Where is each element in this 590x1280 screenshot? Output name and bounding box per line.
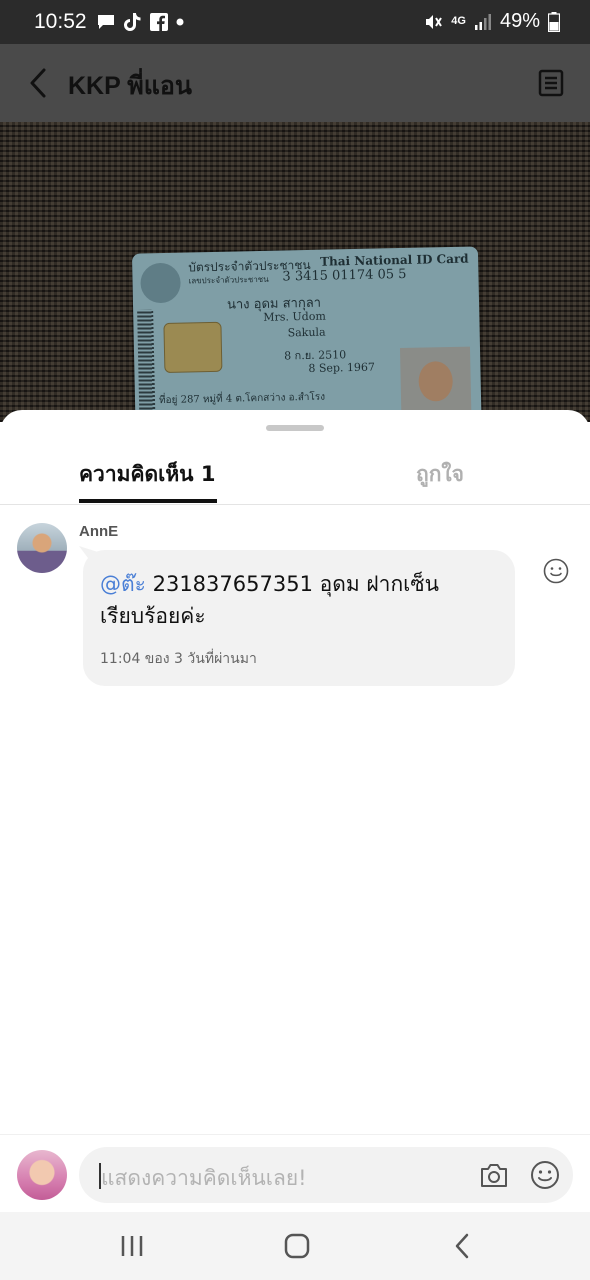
status-bar: 10:52 4G 49% [0, 0, 590, 44]
comment-input-bar: แสดงความคิดเห็นเลย! [0, 1134, 590, 1213]
barcode-strip [137, 309, 157, 422]
card-id-label: เลขประจำตัวประชาชน [188, 274, 269, 286]
comment-body: 231837657351 อุดม ฝากเซ็นเรียบร้อยค่ะ [100, 572, 439, 628]
portrait-face [418, 360, 454, 402]
signal-icon [474, 13, 491, 30]
card-address: ที่อยู่ 287 หมู่ที่ 4 ต.โคกสว่าง อ.สำโรง [158, 391, 326, 407]
recents-icon[interactable] [119, 1234, 145, 1258]
camera-icon[interactable] [479, 1161, 509, 1189]
mention-link[interactable]: @ต๊ะ [100, 572, 146, 596]
home-icon[interactable] [284, 1233, 310, 1259]
comment-bubble[interactable]: @ต๊ะ 231837657351 อุดม ฝากเซ็นเรียบร้อยค… [83, 550, 515, 686]
card-dob-en: 8 Sep. 1967 [308, 360, 376, 375]
post-photo[interactable]: บัตรประจำตัวประชาชน Thai National ID Car… [0, 122, 590, 422]
card-id-number: 3 3415 01174 05 5 [282, 266, 407, 285]
my-avatar [17, 1150, 67, 1200]
back-arrow-icon[interactable] [24, 66, 54, 100]
garuda-seal-icon [140, 262, 181, 304]
comment-input[interactable]: แสดงความคิดเห็นเลย! [79, 1147, 573, 1203]
facebook-icon [150, 13, 168, 31]
card-name-en: Mrs. Udom [263, 309, 326, 324]
chat-icon [98, 15, 114, 29]
back-icon[interactable] [452, 1232, 472, 1260]
sheet-drag-handle[interactable] [266, 425, 324, 431]
mute-vibrate-icon [426, 14, 443, 29]
battery-icon [548, 11, 560, 32]
notification-icons [96, 11, 184, 33]
menu-list-icon[interactable] [538, 69, 564, 97]
comment-timestamp: 11:04 ของ 3 วันที่ผ่านมา [100, 651, 257, 667]
dot-icon [176, 18, 184, 26]
tab-comments[interactable]: ความคิดเห็น 1 [79, 458, 215, 491]
comment-author[interactable]: AnnE [79, 523, 118, 540]
id-card-image: บัตรประจำตัวประชาชน Thai National ID Car… [131, 246, 483, 422]
comment-text: @ต๊ะ 231837657351 อุดม ฝากเซ็นเรียบร้อยค… [100, 568, 500, 632]
smiley-react-icon[interactable] [543, 558, 569, 584]
tab-divider [0, 504, 590, 505]
card-last-name-en: Sakula [287, 325, 326, 340]
tiktok-icon [124, 13, 141, 31]
active-tab-indicator [79, 499, 217, 503]
app-header: KKP พี่แอน [0, 44, 590, 122]
status-right: 4G 49% [423, 10, 560, 33]
system-nav-bar [0, 1212, 590, 1280]
emoji-icon[interactable] [530, 1160, 560, 1190]
avatar[interactable] [17, 523, 67, 573]
tab-likes[interactable]: ถูกใจ [416, 458, 464, 491]
chip-icon [163, 321, 223, 373]
screen: 10:52 4G 49% KKP พี่แอน บัตรประจำตัวประช… [0, 0, 590, 1280]
chat-title: KKP พี่แอน [68, 72, 192, 100]
comment-placeholder: แสดงความคิดเห็นเลย! [101, 1166, 307, 1190]
status-time: 10:52 [34, 10, 87, 33]
network-type: 4G [451, 15, 466, 27]
battery-percent: 49% [499, 10, 540, 32]
text-caret [99, 1163, 101, 1189]
card-title-en: Thai National ID Card [320, 251, 469, 269]
